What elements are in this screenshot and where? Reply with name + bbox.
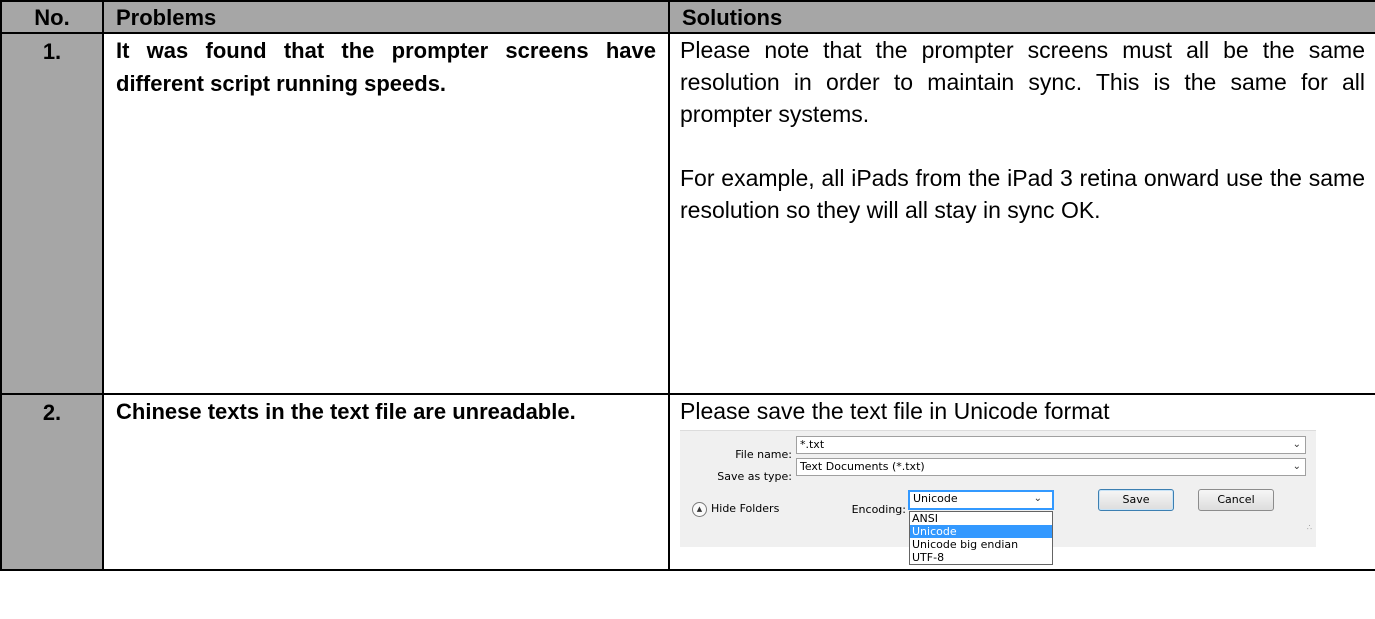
hide-folders-label: Hide Folders: [711, 502, 780, 515]
resize-grip-icon[interactable]: ∴: [1307, 512, 1312, 544]
file-name-value: *.txt: [800, 438, 825, 451]
encoding-label: Encoding:: [851, 503, 906, 516]
encoding-option[interactable]: ANSI: [910, 512, 1052, 525]
problem-text: Chinese texts in the text file are unrea…: [102, 393, 670, 571]
encoding-option-selected[interactable]: Unicode: [910, 525, 1052, 538]
encoding-select[interactable]: Unicode ⌄: [908, 490, 1054, 510]
problem-text: It was found that the prompter screens h…: [102, 32, 670, 395]
problems-solutions-table: No. Problems Solutions 1. It was found t…: [0, 0, 1375, 571]
file-name-field[interactable]: *.txt ⌄: [796, 436, 1306, 454]
table-row: 1. It was found that the prompter screen…: [0, 32, 1375, 395]
encoding-option[interactable]: UTF-8: [910, 551, 1052, 564]
chevron-down-icon[interactable]: ⌄: [1293, 459, 1301, 475]
solution-paragraph: Please note that the prompter screens mu…: [680, 37, 1365, 127]
save-as-type-value: Text Documents (*.txt): [800, 460, 925, 473]
encoding-value: Unicode: [913, 492, 958, 505]
row-number: 2.: [0, 393, 104, 571]
chevron-down-icon[interactable]: ⌄: [1293, 437, 1301, 453]
header-problems: Problems: [102, 0, 670, 34]
encoding-option[interactable]: Unicode big endian: [910, 538, 1052, 551]
collapse-up-icon: ▲: [692, 501, 707, 517]
header-solutions: Solutions: [668, 0, 1375, 34]
table-row: 2. Chinese texts in the text file are un…: [0, 393, 1375, 571]
solution-paragraph: Please save the text file in Unicode for…: [680, 398, 1110, 424]
save-dialog-screenshot: File name: *.txt ⌄ Save as type: Text Do…: [680, 430, 1316, 565]
chevron-down-icon[interactable]: ⌄: [1034, 492, 1042, 506]
solution-cell: Please save the text file in Unicode for…: [668, 393, 1375, 571]
solution-paragraph: For example, all iPads from the iPad 3 r…: [680, 165, 1365, 223]
cancel-button[interactable]: Cancel: [1198, 489, 1274, 511]
solution-cell: Please note that the prompter screens mu…: [668, 32, 1375, 395]
save-button[interactable]: Save: [1098, 489, 1174, 511]
encoding-dropdown-list[interactable]: ANSI Unicode Unicode big endian UTF-8: [909, 511, 1053, 565]
hide-folders-button[interactable]: ▲ Hide Folders: [692, 493, 779, 525]
header-no: No.: [0, 0, 104, 34]
save-as-type-select[interactable]: Text Documents (*.txt) ⌄: [796, 458, 1306, 476]
table-header-row: No. Problems Solutions: [0, 0, 1375, 34]
save-as-type-label: Save as type:: [717, 470, 792, 483]
row-number: 1.: [0, 32, 104, 395]
